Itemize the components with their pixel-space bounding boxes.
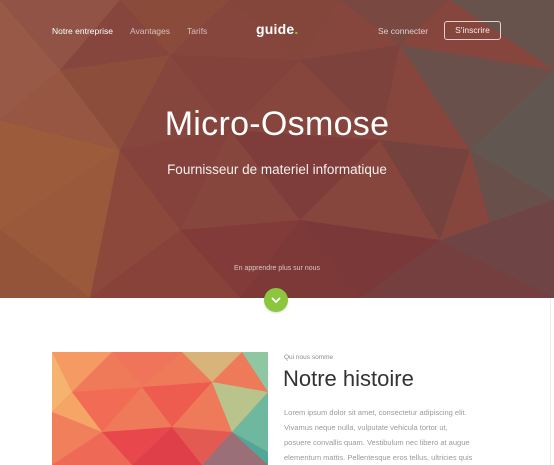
story-body-line: Vivamus neque nulla, vulputate vehicula … xyxy=(284,423,448,432)
chevron-down-icon xyxy=(271,297,281,303)
story-body: Lorem ipsum dolor sit amet, consectetur … xyxy=(284,405,502,465)
nav-link-notre-entreprise[interactable]: Notre entreprise xyxy=(52,26,113,36)
brand-logo[interactable]: guide. xyxy=(256,21,298,37)
story-image xyxy=(52,352,268,465)
top-nav: Notre entreprise Avantages Tarifs guide.… xyxy=(0,0,554,62)
story-title: Notre histoire xyxy=(283,366,414,391)
scroll-down-button[interactable] xyxy=(264,288,288,312)
story-kicker: Qui nous somme xyxy=(284,354,334,361)
login-link[interactable]: Se connecter xyxy=(378,26,428,36)
story-body-line: posuere convallis quam. Vestibulum nec l… xyxy=(284,438,470,447)
polygon-art-image xyxy=(52,352,268,465)
hero-title: Micro-Osmose xyxy=(164,105,390,143)
nav-link-avantages[interactable]: Avantages xyxy=(130,26,170,36)
landing-page: Notre entreprise Avantages Tarifs guide.… xyxy=(0,0,554,465)
brand-dot: . xyxy=(294,21,299,37)
hero-subtitle: Fournisseur de materiel informatique xyxy=(167,162,387,177)
signup-button[interactable]: S'inscrire xyxy=(444,21,501,40)
story-body-line: elementum mattis. Pellentesque eros tell… xyxy=(284,453,473,462)
nav-link-tarifs[interactable]: Tarifs xyxy=(187,26,207,36)
story-body-line: Lorem ipsum dolor sit amet, consectetur … xyxy=(284,408,467,417)
learn-more-link[interactable]: En apprendre plus sur nous xyxy=(0,265,554,272)
brand-name: guide xyxy=(256,21,295,37)
page-edge-divider xyxy=(550,298,551,465)
hero-section: Notre entreprise Avantages Tarifs guide.… xyxy=(0,0,554,298)
